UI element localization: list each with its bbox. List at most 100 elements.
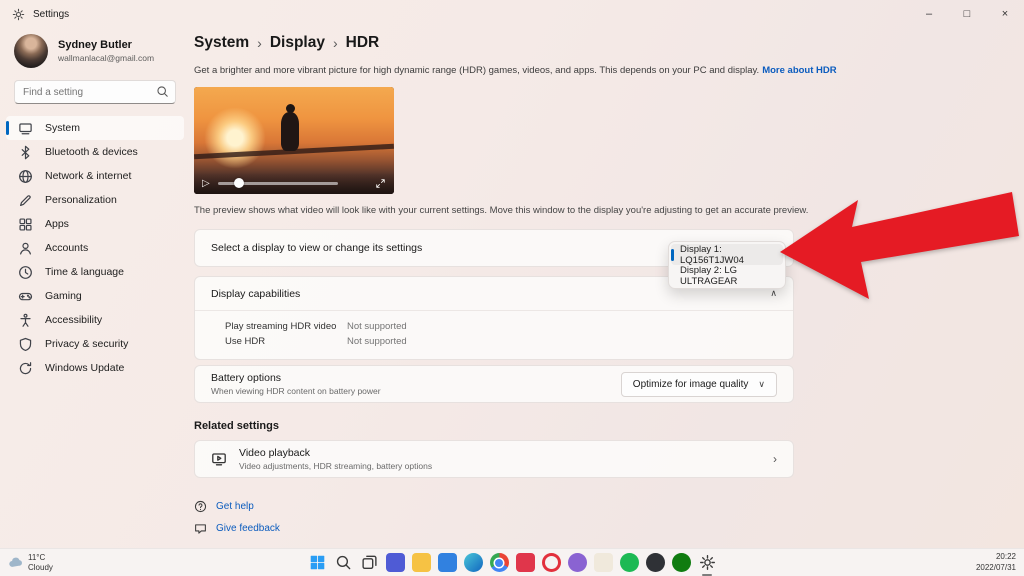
chrome-taskbar-icon[interactable] bbox=[490, 553, 509, 572]
breadcrumb-separator: › bbox=[333, 35, 338, 51]
sidebar-item-system[interactable]: System bbox=[6, 116, 184, 140]
sidebar-item-accounts[interactable]: Accounts bbox=[6, 236, 184, 260]
purple-app-taskbar-icon[interactable] bbox=[568, 553, 587, 572]
settings-app-icon bbox=[12, 8, 25, 21]
battery-options-dropdown[interactable]: Optimize for image quality ∨ bbox=[621, 372, 777, 397]
weather-temp: 11°C bbox=[28, 553, 53, 563]
search-taskbar-icon[interactable] bbox=[334, 553, 353, 572]
search-icon bbox=[156, 85, 169, 98]
video-playback-card[interactable]: Video playback Video adjustments, HDR st… bbox=[194, 440, 794, 478]
capability-row: Use HDRNot supported bbox=[195, 334, 793, 349]
maximize-button[interactable]: □ bbox=[948, 0, 986, 28]
display-select-label: Select a display to view or change its s… bbox=[211, 242, 422, 254]
network-icon bbox=[18, 169, 33, 184]
capability-rows: Play streaming HDR videoNot supportedUse… bbox=[195, 310, 793, 359]
display-option-2[interactable]: Display 2: LG ULTRAGEAR bbox=[671, 265, 783, 286]
breadcrumb-separator: › bbox=[257, 35, 262, 51]
snowboarder-silhouette bbox=[280, 104, 300, 151]
notes-app-taskbar-icon[interactable] bbox=[594, 553, 613, 572]
window-title: Settings bbox=[33, 9, 69, 20]
close-button[interactable]: × bbox=[986, 0, 1024, 28]
play-icon[interactable]: ▷ bbox=[202, 179, 210, 189]
update-icon bbox=[18, 361, 33, 376]
breadcrumb: System › Display › HDR bbox=[194, 34, 810, 52]
related-settings-heading: Related settings bbox=[194, 420, 810, 432]
chat-taskbar-icon[interactable] bbox=[386, 553, 405, 572]
search-input[interactable] bbox=[14, 80, 176, 104]
selected-indicator bbox=[6, 121, 9, 135]
page-description: Get a brighter and more vibrant picture … bbox=[194, 65, 810, 76]
sidebar-item-time-language[interactable]: Time & language bbox=[6, 260, 184, 284]
personalization-icon bbox=[18, 193, 33, 208]
file-explorer-taskbar-icon[interactable] bbox=[412, 553, 431, 572]
task-view-taskbar-icon[interactable] bbox=[360, 553, 379, 572]
taskbar-apps bbox=[308, 553, 717, 572]
sidebar-item-gaming[interactable]: Gaming bbox=[6, 284, 184, 308]
start-taskbar-icon[interactable] bbox=[308, 553, 327, 572]
opera-taskbar-icon[interactable] bbox=[542, 553, 561, 572]
settings-taskbar-icon[interactable] bbox=[698, 553, 717, 572]
photos-taskbar-icon[interactable] bbox=[438, 553, 457, 572]
weather-condition: Cloudy bbox=[28, 563, 53, 573]
sidebar-item-network-internet[interactable]: Network & internet bbox=[6, 164, 184, 188]
sidebar-item-personalization[interactable]: Personalization bbox=[6, 188, 184, 212]
display-option-1[interactable]: Display 1: LQ156T1JW04 bbox=[671, 244, 783, 265]
preview-sun bbox=[204, 107, 266, 169]
sidebar-item-accessibility[interactable]: Accessibility bbox=[6, 308, 184, 332]
breadcrumb-display[interactable]: Display bbox=[270, 34, 325, 52]
display-dropdown-flyout: Display 1: LQ156T1JW04Display 2: LG ULTR… bbox=[668, 241, 786, 289]
footer-links: Get help Give feedback bbox=[194, 500, 810, 535]
battery-options-card: Battery options When viewing HDR content… bbox=[194, 365, 794, 403]
selected-option-indicator bbox=[671, 249, 674, 261]
minimize-button[interactable]: – bbox=[910, 0, 948, 28]
sidebar: Sydney Butler wallmanlacal@gmail.com Sys… bbox=[0, 28, 190, 548]
clock-date: 2022/07/31 bbox=[976, 563, 1016, 573]
time-icon bbox=[18, 265, 33, 280]
bluetooth-icon bbox=[18, 145, 33, 160]
more-about-hdr-link[interactable]: More about HDR bbox=[762, 65, 836, 76]
video-playback-icon bbox=[211, 451, 227, 467]
clock-time: 20:22 bbox=[976, 552, 1016, 562]
chevron-down-icon: ∨ bbox=[758, 379, 765, 390]
hdr-video-preview[interactable]: ▷ bbox=[194, 87, 394, 194]
taskbar: 11°C Cloudy 20:22 2022/07/31 bbox=[0, 548, 1024, 576]
battery-options-title: Battery options bbox=[211, 372, 381, 384]
sidebar-nav: SystemBluetooth & devicesNetwork & inter… bbox=[0, 116, 190, 380]
fullscreen-icon[interactable] bbox=[375, 178, 386, 189]
sidebar-item-windows-update[interactable]: Windows Update bbox=[6, 356, 184, 380]
battery-dropdown-value: Optimize for image quality bbox=[633, 379, 749, 390]
preview-note: The preview shows what video will look l… bbox=[194, 205, 810, 216]
cloud-icon bbox=[8, 555, 23, 570]
search-box bbox=[14, 80, 176, 104]
capability-value: Not supported bbox=[347, 336, 407, 347]
video-playback-title: Video playback bbox=[239, 447, 432, 459]
breadcrumb-system[interactable]: System bbox=[194, 34, 249, 52]
breadcrumb-hdr: HDR bbox=[346, 34, 380, 52]
dark-app-taskbar-icon[interactable] bbox=[646, 553, 665, 572]
titlebar: Settings –□× bbox=[0, 0, 1024, 28]
apps-icon bbox=[18, 217, 33, 232]
video-playback-subtitle: Video adjustments, HDR streaming, batter… bbox=[239, 461, 432, 471]
gaming-icon bbox=[18, 289, 33, 304]
sidebar-item-privacy-security[interactable]: Privacy & security bbox=[6, 332, 184, 356]
avatar bbox=[14, 34, 48, 68]
user-profile[interactable]: Sydney Butler wallmanlacal@gmail.com bbox=[0, 28, 190, 78]
video-controls: ▷ bbox=[194, 173, 394, 194]
sidebar-item-bluetooth-devices[interactable]: Bluetooth & devices bbox=[6, 140, 184, 164]
edge-taskbar-icon[interactable] bbox=[464, 553, 483, 572]
media-app-taskbar-icon[interactable] bbox=[516, 553, 535, 572]
chevron-right-icon: › bbox=[773, 452, 777, 466]
weather-widget[interactable]: 11°C Cloudy bbox=[8, 553, 53, 573]
get-help-link[interactable]: Get help bbox=[194, 500, 810, 513]
feedback-icon bbox=[194, 522, 207, 535]
xbox-taskbar-icon[interactable] bbox=[672, 553, 691, 572]
seek-bar[interactable] bbox=[218, 182, 338, 185]
give-feedback-link[interactable]: Give feedback bbox=[194, 522, 810, 535]
settings-window: Settings –□× Sydney Butler wallmanlacal@… bbox=[0, 0, 1024, 576]
chevron-up-icon: ∧ bbox=[770, 288, 777, 299]
help-icon bbox=[194, 500, 207, 513]
sidebar-item-apps[interactable]: Apps bbox=[6, 212, 184, 236]
spotify-taskbar-icon[interactable] bbox=[620, 553, 639, 572]
clock-widget[interactable]: 20:22 2022/07/31 bbox=[976, 552, 1016, 573]
seek-thumb[interactable] bbox=[234, 178, 244, 188]
